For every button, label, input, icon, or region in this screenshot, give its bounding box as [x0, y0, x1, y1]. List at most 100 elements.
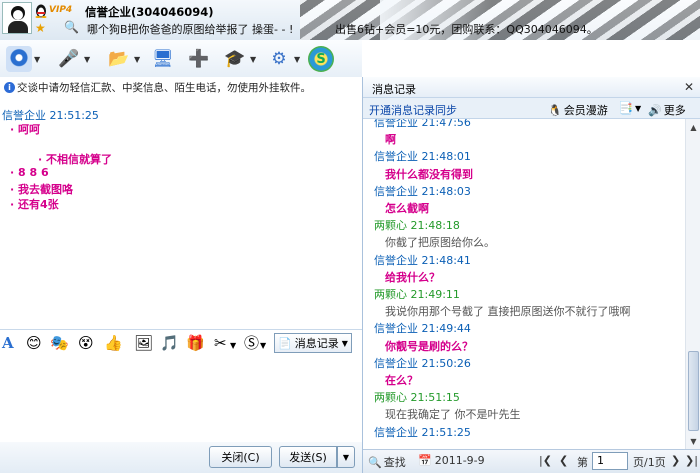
speaker-icon: 🔊	[648, 103, 662, 117]
history-message-header: 信誉企业 21:49:44	[374, 322, 471, 336]
settings-button[interactable]: ⚙ ▼	[266, 44, 300, 74]
screenshot-icon[interactable]: ✂	[214, 334, 227, 352]
date-picker[interactable]: 📅 2011-9-9	[418, 454, 485, 467]
chat-message-line: · 我去截图咯	[10, 183, 74, 196]
chevron-down-icon[interactable]: ▼	[230, 337, 236, 355]
vip-badge: VIP4	[49, 5, 73, 15]
soso-icon[interactable]: Ⓢ	[244, 334, 259, 352]
soso-button[interactable]: S	[308, 44, 334, 74]
panel-action-bar: 开通消息记录同步 🐧 会员漫游 📑 ▼ 🔊 更多	[363, 97, 700, 119]
chevron-down-icon[interactable]: ▼	[34, 55, 40, 64]
video-call-button[interactable]: ▼	[6, 44, 40, 74]
history-message-text: 在么？	[385, 374, 418, 387]
remote-desktop-button[interactable]: 🖥	[150, 44, 176, 74]
create-group-button[interactable]: ➕	[186, 44, 212, 74]
voice-message-icon[interactable]: 👍	[104, 334, 123, 352]
qq-penguin-icon	[35, 4, 47, 18]
microphone-icon: 🎤	[58, 49, 80, 69]
scroll-down-icon[interactable]: ▼	[687, 434, 700, 448]
chevron-down-icon: ▼	[341, 338, 348, 348]
bottom-bar: 关闭(C) 发送(S) ▼	[0, 442, 362, 473]
chevron-down-icon[interactable]: ▼	[635, 104, 641, 113]
contact-name[interactable]: 信誉企业(304046094)	[85, 4, 214, 20]
message-record-label: 消息记录	[294, 337, 339, 350]
message-history[interactable]: 信誉企业 21:47:56 啊信誉企业 21:48:01 我什么都没有得到 信誉企业 …	[363, 119, 685, 449]
qq-penguin-icon: 🐧	[548, 103, 562, 117]
history-message-text: 怎么截啊	[385, 202, 429, 215]
message-record-panel: 消息记录 ✕ 开通消息记录同步 🐧 会员漫游 📑 ▼ 🔊 更多 信誉企业 21:…	[362, 77, 700, 473]
history-message-text: 你靓号是刷的么？	[385, 339, 473, 353]
chevron-down-icon[interactable]: ▼	[250, 55, 256, 64]
enable-sync-link[interactable]: 开通消息记录同步	[369, 102, 457, 118]
calendar-icon: 📅	[418, 454, 432, 467]
apps-button[interactable]: 🎓 ▼	[222, 44, 256, 74]
history-scrollbar[interactable]: ▲ ▼	[685, 119, 700, 449]
font-icon[interactable]: A	[2, 334, 14, 352]
first-page-icon[interactable]: |❮	[539, 454, 552, 467]
history-message-header: 信誉企业 21:47:56	[374, 119, 471, 129]
music-icon[interactable]: 🎵	[160, 334, 179, 352]
close-button[interactable]: 关闭(C)	[209, 446, 272, 468]
history-message-header: 信誉企业 21:48:41	[374, 253, 471, 267]
folder-icon: 📂	[108, 49, 130, 69]
history-message-header: 信誉企业 21:51:25	[374, 425, 471, 439]
history-footer: 🔍 查找 📅 2011-9-9 |❮ ❮ 第 1 页/1页 ❯ ❯|	[363, 449, 700, 473]
send-button[interactable]: 发送(S)	[279, 446, 337, 468]
smiley-icon[interactable]: 😊	[26, 334, 42, 352]
message-record-icon: 📄	[278, 336, 292, 350]
more-button[interactable]: 🔊 更多	[648, 102, 686, 118]
gear-icon: ⚙	[271, 49, 287, 69]
star-icon: ★	[35, 21, 46, 35]
chat-message-line: · 不相信就算了	[38, 153, 113, 166]
prev-page-icon[interactable]: ❮	[559, 454, 568, 467]
security-notice: i 交谈中请勿轻信汇款、中奖信息、陌生电话，勿使用外挂软件。	[0, 77, 362, 97]
page-number-input[interactable]: 1	[592, 452, 628, 470]
graduation-cap-icon: 🎓	[224, 49, 246, 69]
search-icon: 🔍	[368, 455, 382, 469]
history-message-text: 给我什么？	[385, 270, 440, 284]
search-button[interactable]: 🔍 查找	[368, 454, 406, 470]
vip-roaming-label: 会员漫游	[563, 104, 608, 117]
search-icon[interactable]: 🔍	[64, 20, 79, 34]
history-message-text: 我什么都没有得到	[385, 167, 473, 181]
send-options-button[interactable]: ▼	[337, 446, 355, 468]
export-icon[interactable]: 📑	[618, 101, 633, 115]
history-message-text: 我说你用那个号截了 直接把原图送你不就行了哦啊	[385, 305, 631, 319]
history-message-text: 你截了把原图给你么。	[385, 236, 495, 250]
last-page-icon[interactable]: ❯|	[685, 454, 698, 467]
send-file-button[interactable]: 📂 ▼	[106, 44, 140, 74]
history-message-header: 信誉企业 21:48:03	[374, 184, 471, 198]
add-group-icon: ➕	[188, 49, 210, 69]
qq-chat-window: VIP4 信誉企业(304046094) ★ 🔍 哪个狗B把你爸爸的原图给举报了…	[0, 0, 700, 473]
chevron-down-icon[interactable]: ▼	[294, 55, 300, 64]
chat-message-line: · 呵呵	[10, 123, 41, 136]
chat-display[interactable]: 信誉企业 21:51:25 · 呵呵 · 不相信就算了 · 8 8 6 · 我去…	[0, 97, 362, 327]
date-label: 2011-9-9	[434, 454, 485, 467]
message-record-button[interactable]: 📄 消息记录 ▼	[274, 333, 352, 353]
input-toolbar: A 😊 🎭 😵 👍 🖼 🎵 🎁 ✂ ▼ Ⓢ ▼ 📄 消息记录 ▼	[0, 329, 362, 355]
close-icon[interactable]: ✕	[684, 80, 694, 94]
scrollbar-thumb[interactable]	[688, 351, 699, 431]
message-input[interactable]	[0, 355, 362, 442]
image-icon[interactable]: 🖼	[134, 334, 153, 352]
avatar[interactable]	[2, 2, 32, 34]
page-suffix: 页/1页	[633, 456, 666, 469]
voice-call-button[interactable]: 🎤 ▼	[56, 44, 90, 74]
shake-window-icon[interactable]: 😵	[78, 334, 94, 352]
header-ad-text: 出售6钻+会员=10元，团购联系：QQ304046094。	[335, 23, 598, 36]
chevron-down-icon[interactable]: ▼	[134, 55, 140, 64]
remote-desktop-icon: 🖥	[152, 49, 174, 69]
info-icon: i	[4, 81, 15, 93]
chevron-down-icon[interactable]: ▼	[260, 337, 266, 355]
more-label: 更多	[663, 104, 686, 117]
history-message-header: 信誉企业 21:50:26	[374, 356, 471, 370]
magic-face-icon[interactable]: 🎭	[50, 334, 69, 352]
vip-roaming-button[interactable]: 🐧 会员漫游	[548, 102, 608, 118]
contact-signature: 哪个狗B把你爸爸的原图给举报了 操蛋- - !	[87, 23, 294, 36]
chat-message-line: · 还有4张	[10, 198, 59, 211]
next-page-icon[interactable]: ❯	[671, 454, 680, 467]
soso-icon: S	[308, 46, 334, 72]
gift-icon[interactable]: 🎁	[186, 334, 205, 352]
chevron-down-icon[interactable]: ▼	[84, 55, 90, 64]
scroll-up-icon[interactable]: ▲	[687, 120, 700, 134]
